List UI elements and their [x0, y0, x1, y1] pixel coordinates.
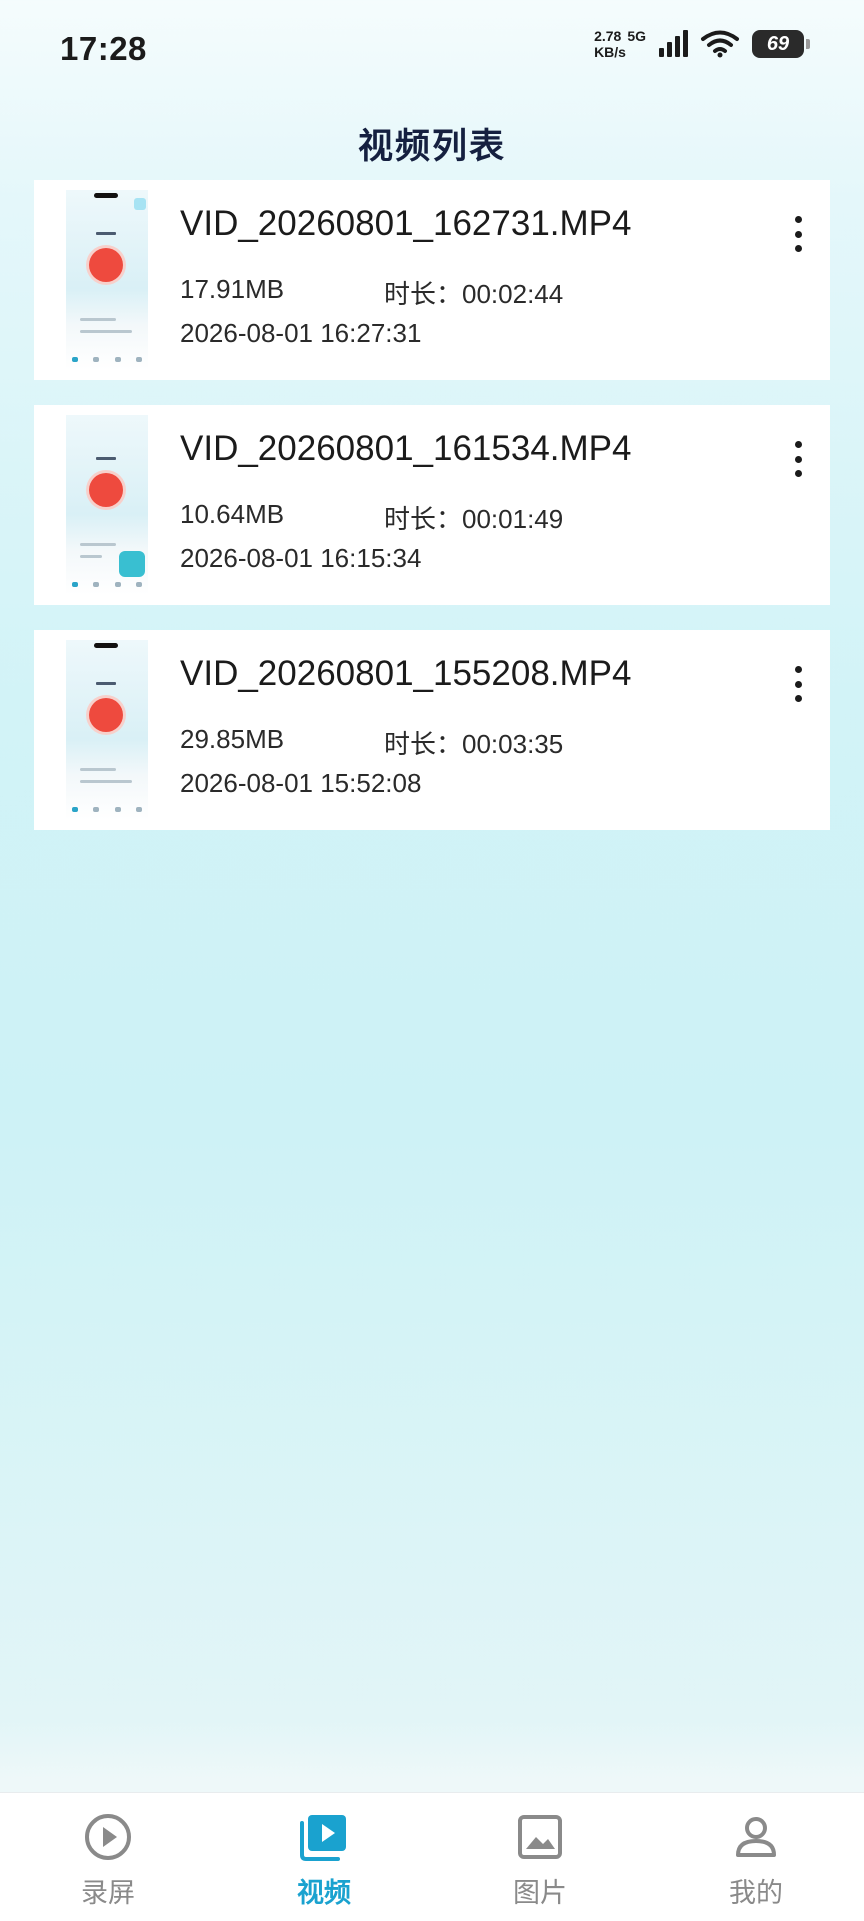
video-library-icon — [300, 1815, 346, 1861]
video-name: VID_20260801_161534.MP4 — [180, 429, 632, 468]
status-bar: 17:28 2.78 5G KB/s 69 — [0, 0, 864, 100]
video-date: 2026-08-01 16:27:31 — [180, 318, 422, 348]
video-list: VID_20260801_162731.MP4 17.91MB 时长：00:02… — [34, 180, 830, 855]
image-icon — [518, 1815, 562, 1859]
video-duration: 时长：00:01:49 — [384, 504, 564, 534]
nav-item-image[interactable]: 图片 — [432, 1793, 648, 1921]
page-title: 视频列表 — [357, 127, 506, 166]
nav-label-mine: 我的 — [729, 1878, 783, 1908]
network-speed-unit: KB/s — [594, 44, 626, 60]
nav-item-mine[interactable]: 我的 — [648, 1793, 864, 1921]
video-date: 2026-08-01 16:15:34 — [180, 543, 422, 573]
video-size: 29.85MB — [180, 724, 285, 754]
more-options-icon[interactable] — [790, 441, 806, 477]
video-name: VID_20260801_162731.MP4 — [180, 204, 632, 243]
video-date: 2026-08-01 15:52:08 — [180, 768, 422, 798]
video-name: VID_20260801_155208.MP4 — [180, 654, 632, 693]
video-thumbnail[interactable] — [66, 190, 148, 370]
person-icon — [736, 1817, 776, 1857]
video-duration: 时长：00:02:44 — [384, 279, 564, 309]
video-item[interactable]: VID_20260801_162731.MP4 17.91MB 时长：00:02… — [34, 180, 830, 380]
more-options-icon[interactable] — [790, 216, 806, 252]
nav-label-record: 录屏 — [81, 1878, 135, 1908]
wifi-icon — [701, 30, 739, 58]
signal-icon — [659, 30, 688, 57]
video-size: 10.64MB — [180, 499, 285, 529]
battery-icon: 69 — [752, 30, 810, 58]
nav-item-video[interactable]: 视频 — [216, 1793, 432, 1921]
network-type: 5G — [627, 28, 646, 44]
video-duration: 时长：00:03:35 — [384, 729, 564, 759]
video-thumbnail[interactable] — [66, 415, 148, 595]
network-speed: 2.78 5G KB/s — [594, 28, 646, 60]
play-circle-icon — [85, 1814, 131, 1860]
video-size: 17.91MB — [180, 274, 285, 304]
video-item[interactable]: VID_20260801_155208.MP4 29.85MB 时长：00:03… — [34, 630, 830, 830]
status-icons: 2.78 5G KB/s 69 — [594, 28, 810, 60]
nav-label-video: 视频 — [297, 1878, 351, 1908]
video-item[interactable]: VID_20260801_161534.MP4 10.64MB 时长：00:01… — [34, 405, 830, 605]
bottom-nav: 录屏 视频 图片 我的 — [0, 1792, 864, 1921]
network-speed-value: 2.78 — [594, 28, 622, 44]
more-options-icon[interactable] — [790, 666, 806, 702]
nav-item-record[interactable]: 录屏 — [0, 1793, 216, 1921]
nav-label-image: 图片 — [513, 1878, 567, 1908]
video-thumbnail[interactable] — [66, 640, 148, 820]
status-time: 17:28 — [60, 30, 147, 67]
